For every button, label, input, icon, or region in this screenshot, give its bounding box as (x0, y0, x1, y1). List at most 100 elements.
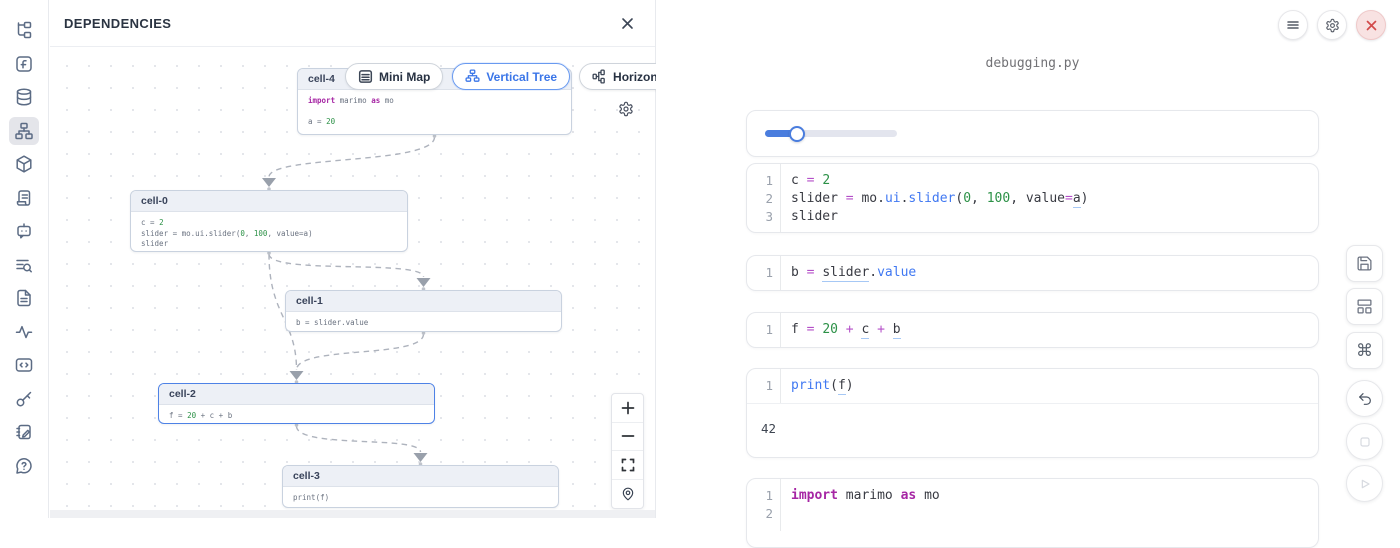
save-icon (1356, 255, 1373, 272)
dependency-graph-canvas[interactable]: cell-4 import marimo as mo a = 20 cell-0… (50, 47, 656, 510)
sidebar-item-documentation[interactable] (9, 184, 39, 212)
code-cell-f[interactable]: 1 f = 20 + c + b (746, 312, 1319, 348)
command-icon: ⌘ (1356, 342, 1373, 359)
package-box-icon (14, 154, 34, 174)
function-square-icon (14, 54, 34, 74)
node-title: cell-1 (286, 291, 561, 312)
graph-scrollbar[interactable] (50, 510, 655, 518)
line-number: 1 (747, 172, 773, 190)
slider-thumb[interactable] (789, 126, 805, 142)
sidebar-item-dependencies[interactable] (9, 117, 39, 145)
code-editor[interactable]: print(f) (781, 369, 854, 403)
graph-node-cell-1[interactable]: cell-1 b = slider.value (285, 290, 562, 332)
code-cell-b[interactable]: 1 b = slider.value (746, 255, 1319, 291)
code-line: print(f) (791, 377, 854, 395)
sidebar-item-files[interactable] (9, 284, 39, 312)
code-cell-print[interactable]: 1 print(f) 42 (746, 368, 1319, 458)
vertical-tree-icon (465, 69, 480, 84)
node-title: cell-0 (131, 191, 407, 212)
notebook-area: debugging.py 1 2 3 c = 2 (657, 0, 1400, 518)
code-cell-slider[interactable]: 1 2 3 c = 2 slider = mo.ui.slider(0, 100… (746, 163, 1319, 233)
locate-button[interactable] (612, 480, 643, 509)
line-number: 2 (747, 505, 773, 523)
code-editor[interactable]: b = slider.value (781, 256, 916, 290)
file-tree-icon (14, 20, 34, 40)
code-snippet-icon (14, 355, 34, 375)
plus-icon (621, 401, 635, 415)
node-title: cell-2 (159, 384, 434, 405)
fit-view-button[interactable] (612, 451, 643, 480)
minus-icon (621, 429, 635, 443)
vertical-tree-label: Vertical Tree (486, 70, 557, 84)
code-line (791, 505, 940, 523)
notebook-settings-button[interactable] (1317, 10, 1347, 40)
line-number: 2 (747, 190, 773, 208)
database-icon (14, 87, 34, 107)
horizontal-tree-icon (592, 69, 607, 84)
activity-icon (14, 322, 34, 342)
node-code-line: a = 20 (308, 117, 561, 128)
notebook-shutdown-button[interactable] (1356, 10, 1386, 40)
line-number: 3 (747, 208, 773, 226)
file-document-icon (14, 288, 34, 308)
command-palette-button[interactable]: ⌘ (1346, 332, 1383, 369)
line-number: 1 (747, 377, 773, 395)
code-editor[interactable]: c = 2 slider = mo.ui.slider(0, 100, valu… (781, 164, 1088, 233)
horizontal-tree-button[interactable]: Horizontal Tree (579, 63, 656, 90)
node-code-line: c = 2 (141, 218, 397, 229)
sidebar-item-functions[interactable] (9, 50, 39, 78)
node-code-line: f = 20 + c + b (169, 411, 424, 422)
node-code-line: import marimo as mo (308, 96, 561, 107)
node-code-line: print(f) (293, 493, 548, 504)
minimap-button[interactable]: Mini Map (345, 63, 443, 90)
code-line: slider (791, 208, 1088, 226)
slider-output-cell (746, 110, 1319, 157)
graph-node-cell-3[interactable]: cell-3 print(f) (282, 465, 559, 508)
sidebar-item-help[interactable] (9, 452, 39, 480)
sidebar-item-secrets[interactable] (9, 385, 39, 413)
sidebar-item-logs[interactable] (9, 251, 39, 279)
fullscreen-icon (621, 458, 635, 472)
code-editor[interactable]: import marimo as mo (781, 479, 940, 531)
slider-widget[interactable] (765, 130, 897, 137)
sidebar-item-scratchpad[interactable] (9, 418, 39, 446)
icon-sidebar (0, 0, 49, 518)
stop-button[interactable] (1346, 423, 1383, 460)
layout-button[interactable] (1346, 288, 1383, 325)
run-button[interactable] (1346, 465, 1383, 502)
node-code-line (308, 107, 561, 118)
gear-icon (1325, 18, 1340, 33)
chat-bot-icon (14, 221, 34, 241)
scroll-text-icon (14, 188, 34, 208)
code-editor[interactable]: f = 20 + c + b (781, 313, 901, 347)
minimap-icon (358, 69, 373, 84)
zoom-out-button[interactable] (612, 423, 643, 452)
save-button[interactable] (1346, 245, 1383, 282)
sidebar-item-chat[interactable] (9, 217, 39, 245)
graph-settings-button[interactable] (618, 101, 634, 117)
code-cell-import[interactable]: 1 2 import marimo as mo (746, 478, 1319, 548)
sidebar-item-packages[interactable] (9, 150, 39, 178)
panel-close-button[interactable] (618, 14, 637, 33)
vertical-tree-button[interactable]: Vertical Tree (452, 63, 570, 90)
help-circle-icon (14, 456, 34, 476)
play-icon (1357, 476, 1373, 492)
sidebar-item-tracing[interactable] (9, 318, 39, 346)
sidebar-item-datasets[interactable] (9, 83, 39, 111)
notebook-menu-button[interactable] (1278, 10, 1308, 40)
graph-zoom-controls (611, 393, 644, 509)
code-line: c = 2 (791, 172, 1088, 190)
cell-output: 42 (747, 403, 1318, 453)
code-line: b = slider.value (791, 264, 916, 282)
undo-button[interactable] (1346, 380, 1383, 417)
node-code-line: slider (141, 239, 397, 250)
sidebar-item-file-tree[interactable] (9, 16, 39, 44)
close-icon (620, 16, 635, 31)
sidebar-item-snippets[interactable] (9, 351, 39, 379)
map-pin-icon (621, 487, 635, 501)
graph-node-cell-0[interactable]: cell-0 c = 2 slider = mo.ui.slider(0, 10… (130, 190, 408, 252)
zoom-in-button[interactable] (612, 394, 643, 423)
graph-node-cell-2[interactable]: cell-2 f = 20 + c + b (158, 383, 435, 424)
slider-fill (765, 130, 797, 137)
close-icon (1365, 19, 1378, 32)
